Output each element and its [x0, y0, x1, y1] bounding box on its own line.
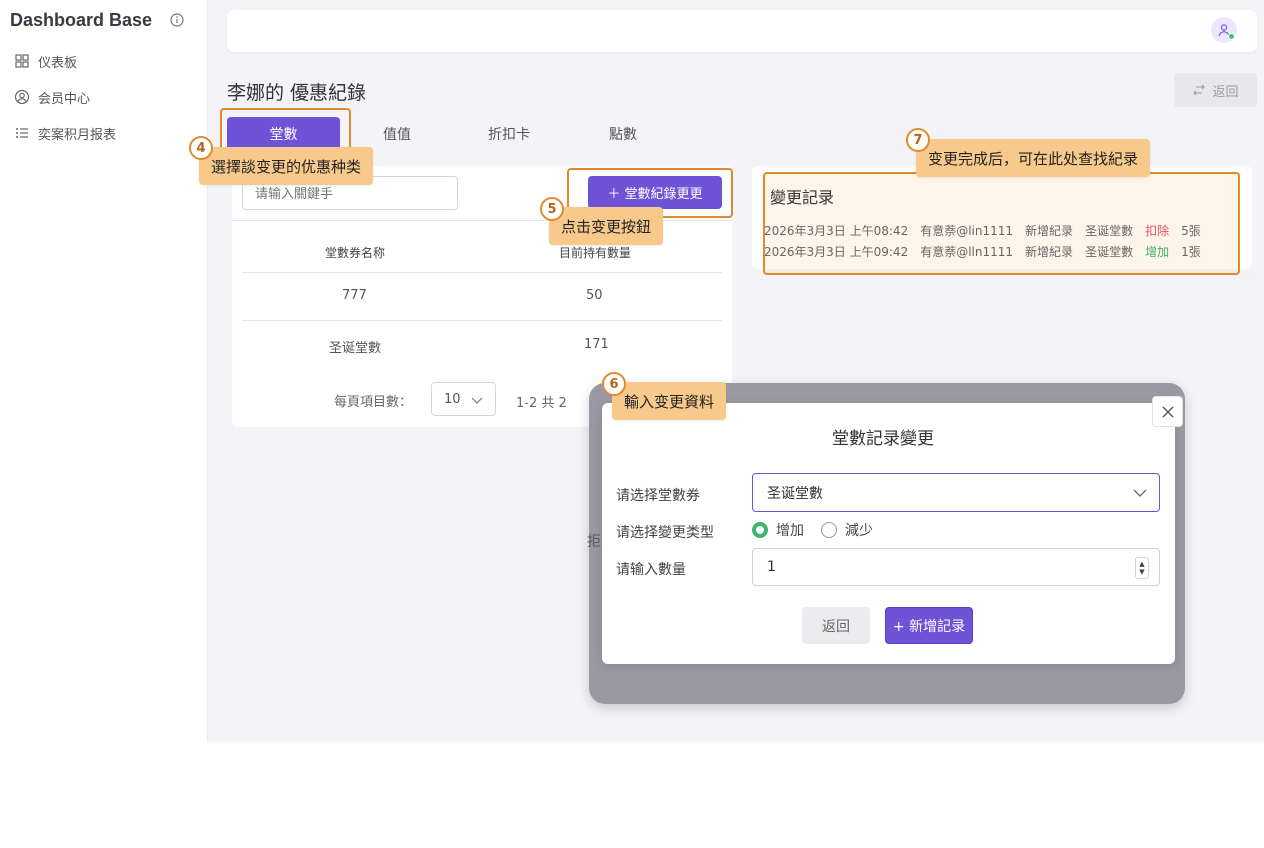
- chevron-down-icon: [1133, 489, 1147, 497]
- step-badge-7: 7: [906, 128, 930, 152]
- close-button[interactable]: [1152, 396, 1183, 427]
- quantity-stepper[interactable]: ▲ ▼: [1135, 557, 1149, 579]
- chevron-down-icon: [471, 397, 483, 404]
- sidebar: Dashboard Base 仪表板 会员中心 奕案积月报表: [0, 0, 208, 742]
- brand-title: Dashboard Base: [10, 10, 153, 30]
- tab-stored-value[interactable]: 值值: [360, 117, 434, 151]
- tab-points[interactable]: 點數: [586, 117, 660, 151]
- table-cell-name: 777: [342, 288, 367, 303]
- sidebar-item-dashboard[interactable]: 仪表板: [14, 50, 77, 72]
- app-root: Dashboard Base 仪表板 会员中心 奕案积月报表 李娜的 優惠紀錄 …: [0, 0, 1264, 848]
- caret-down-icon[interactable]: ▼: [1139, 568, 1144, 576]
- sidebar-item-report[interactable]: 奕案积月报表: [14, 122, 116, 144]
- caret-up-icon[interactable]: ▲: [1139, 560, 1144, 568]
- divider: [242, 272, 722, 273]
- table-cell-qty: 50: [586, 288, 603, 303]
- table-cell-qty: 171: [584, 337, 609, 352]
- coupon-select[interactable]: 圣诞堂數: [752, 473, 1160, 512]
- info-icon[interactable]: [170, 13, 184, 27]
- log-row: 2026年3月3日 上午09:42 有意萘@lln1111 新增紀录 圣诞堂數 …: [764, 245, 1201, 259]
- callout-step-7: 变更完成后，可在此处查找紀录: [916, 139, 1151, 177]
- return-icon: [1193, 84, 1206, 96]
- sidebar-item-members[interactable]: 会员中心: [14, 86, 90, 108]
- pagination-range: 1-2 共 2: [516, 396, 567, 411]
- page-title: 李娜的 優惠紀錄: [227, 82, 367, 104]
- callout-step-6: 輸入变更資料: [612, 382, 727, 420]
- sidebar-item-label: 奕案积月报表: [38, 127, 117, 143]
- list-icon: [16, 128, 28, 138]
- column-header-qty: 目前持有數量: [559, 246, 632, 260]
- user-circle-icon: [14, 89, 30, 105]
- coupon-select-label: 请选择堂數券: [616, 488, 700, 504]
- top-bar: [227, 10, 1257, 52]
- callout-step-5: 点击变更按鈕: [549, 207, 664, 245]
- radio-dot: [752, 522, 768, 538]
- page-size-select[interactable]: 10: [431, 382, 496, 416]
- submit-record-button[interactable]: + 新增記录: [885, 607, 973, 644]
- quantity-label: 请输入數量: [616, 562, 686, 578]
- radio-decrease[interactable]: 減少: [821, 522, 873, 539]
- sidebar-item-label: 会员中心: [38, 91, 91, 107]
- radio-dot: [821, 522, 837, 538]
- close-icon: [1162, 406, 1173, 417]
- modal-title: 堂數記录變更: [832, 429, 934, 449]
- quantity-input[interactable]: 1 ▲ ▼: [752, 548, 1160, 586]
- callout-step-4: 選擇談变更的优惠种类: [199, 147, 374, 185]
- back-button[interactable]: 返回: [1174, 73, 1257, 107]
- step-badge-4: 4: [189, 136, 213, 160]
- page-size-label: 每頁項目數：: [334, 395, 413, 410]
- radio-increase[interactable]: 增加: [752, 522, 804, 539]
- grid-icon: [15, 54, 29, 68]
- change-type-label: 请选择變更类型: [616, 525, 714, 541]
- tab-discount-card[interactable]: 折扣卡: [472, 117, 546, 151]
- change-type-badge: 增加: [1145, 245, 1170, 259]
- column-header-name: 堂數券名称: [325, 246, 386, 260]
- table-cell-name: 圣诞堂數: [329, 341, 382, 356]
- sidebar-item-label: 仪表板: [38, 55, 78, 71]
- backdrop-text: 拒: [587, 534, 601, 550]
- online-status-dot: [1228, 33, 1235, 40]
- divider: [242, 320, 722, 321]
- log-row: 2026年3月3日 上午08:42 有意萘@lin1111 新增紀录 圣诞堂數 …: [764, 224, 1201, 238]
- modal-back-button[interactable]: 返回: [802, 607, 870, 644]
- change-log-title: 變更記录: [770, 188, 835, 207]
- change-type-badge: 扣除: [1145, 224, 1170, 238]
- step-badge-5: 5: [540, 197, 564, 221]
- step-badge-6: 6: [602, 372, 626, 396]
